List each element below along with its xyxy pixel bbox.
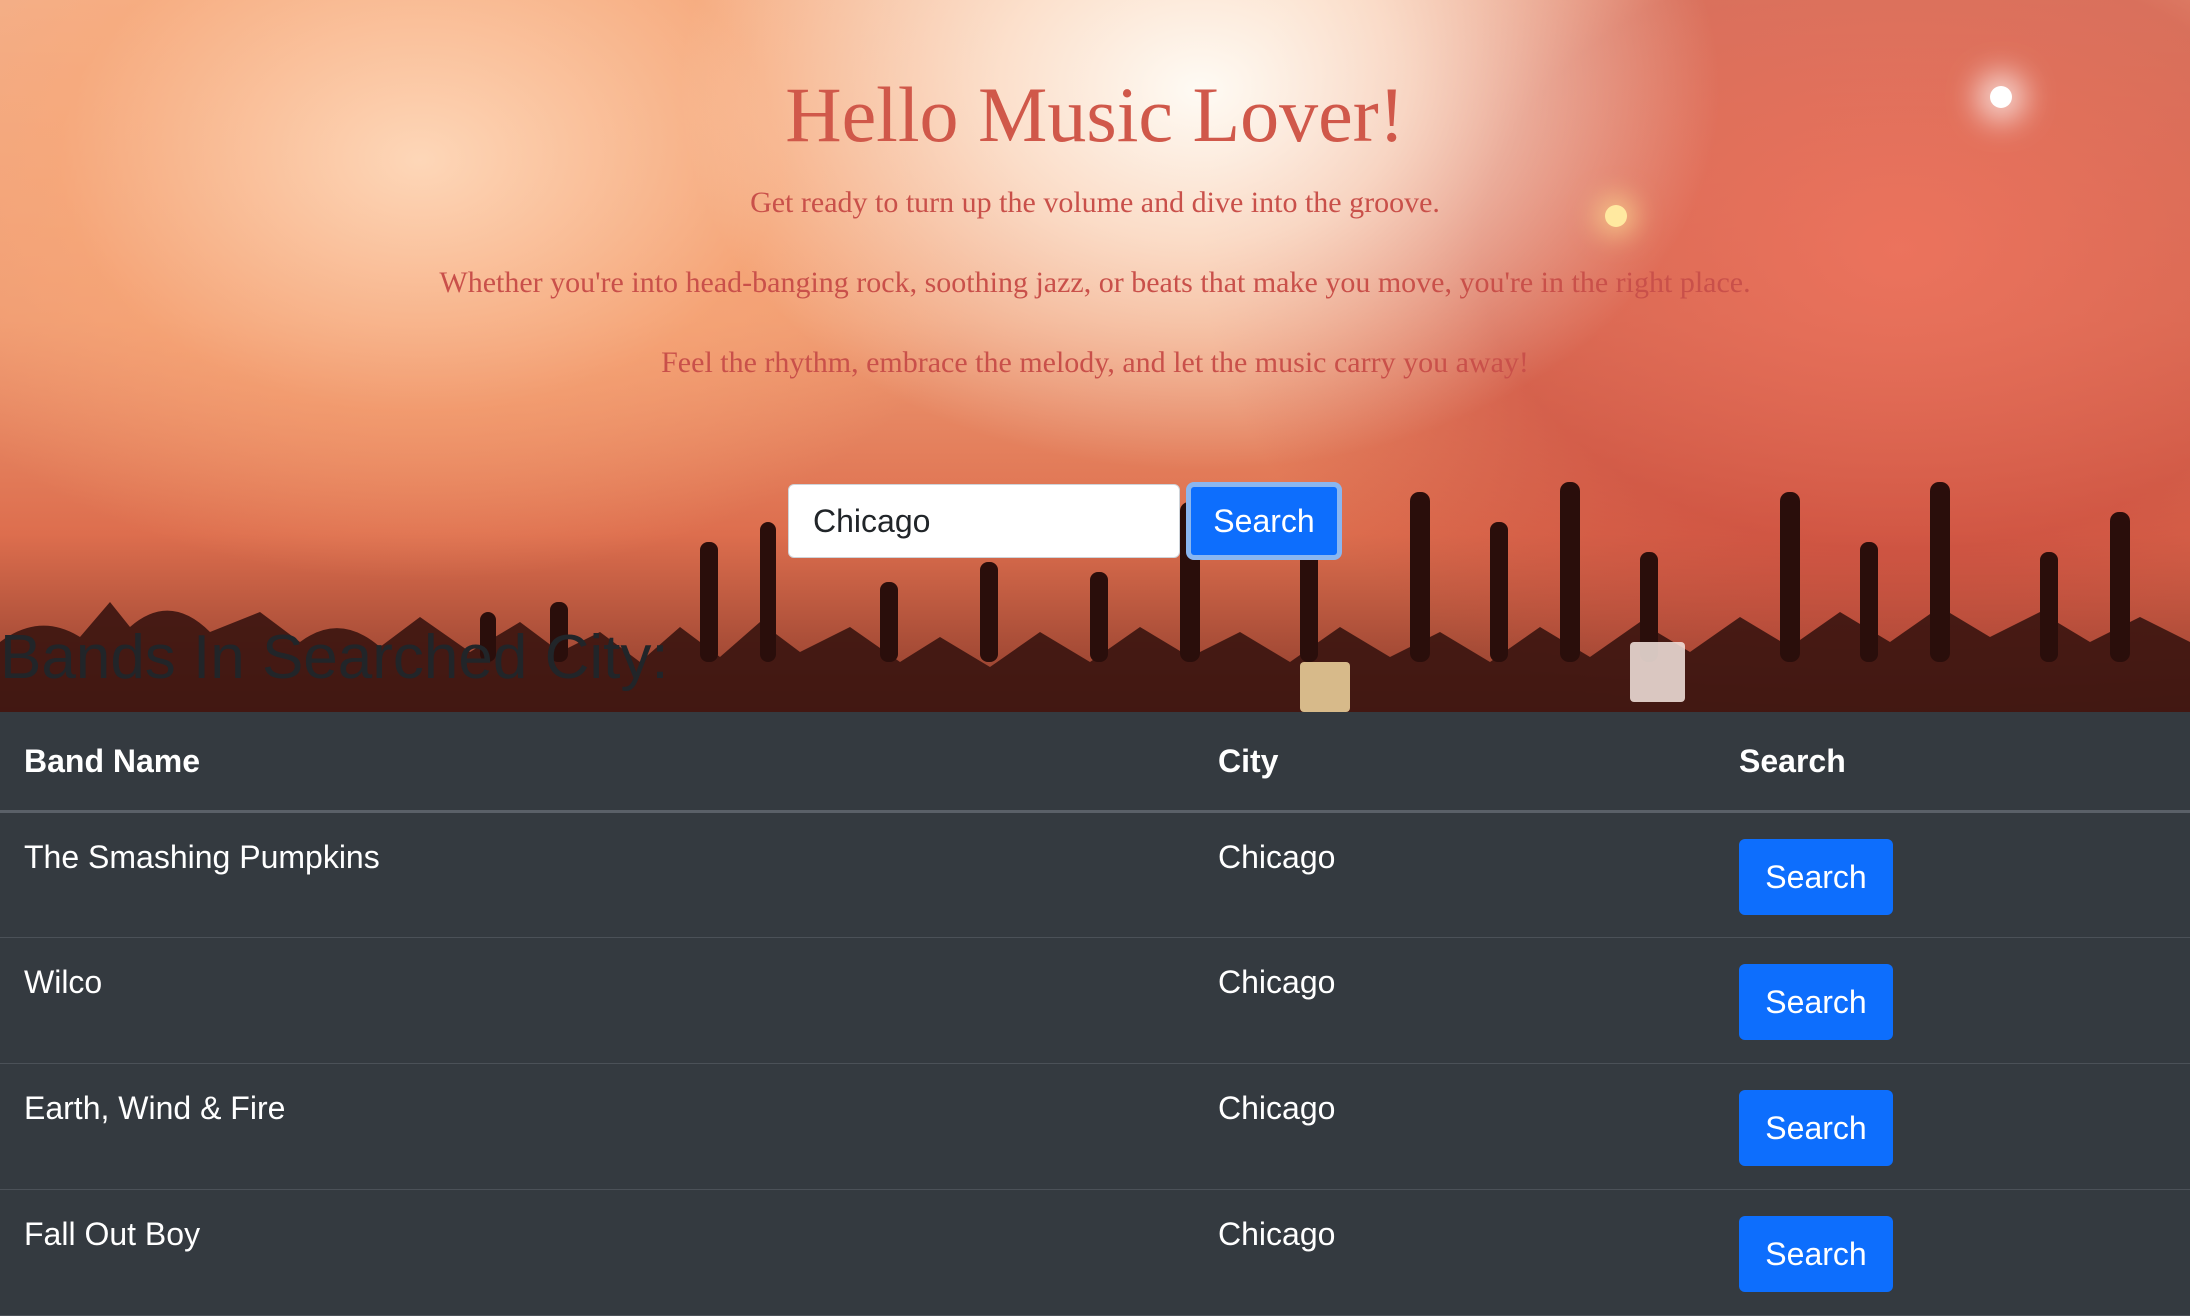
hero-line: Get ready to turn up the volume and dive… [750,186,1440,219]
band-city: Chicago [1218,964,1336,1000]
band-name: Wilco [24,964,103,1000]
city-search-input[interactable] [788,484,1180,558]
hero-line: Whether you're into head-banging rock, s… [439,266,1751,299]
band-search-button[interactable]: Search [1739,1216,1893,1292]
table-header-row: Band Name City Search [0,712,2190,813]
table-row: The Smashing Pumpkins Chicago Search [0,811,2190,938]
band-name: The Smashing Pumpkins [24,839,380,875]
bands-table: Band Name City Search The Smashing Pumpk… [0,712,2190,1316]
band-name-cell: Earth, Wind & Fire [0,1063,1194,1190]
band-name-cell: The Smashing Pumpkins [0,811,1194,938]
table-row: Fall Out Boy Chicago Search [0,1189,2190,1316]
table-row: Earth, Wind & Fire Chicago Search [0,1063,2190,1190]
city-cell: Chicago [1194,811,1715,938]
band-city: Chicago [1218,1090,1336,1126]
band-search-button[interactable]: Search [1739,964,1893,1040]
city-cell: Chicago [1194,1189,1715,1316]
action-cell: Search [1715,1063,2190,1190]
band-name: Fall Out Boy [24,1216,201,1252]
hero-title: Hello Music Lover! [785,71,1405,158]
table-row: Wilco Chicago Search [0,937,2190,1064]
city-cell: Chicago [1194,937,1715,1064]
band-search-button[interactable]: Search [1739,839,1893,915]
column-header-band-name: Band Name [0,712,1194,813]
results-heading: Bands In Searched City: [0,623,669,692]
action-cell: Search [1715,811,2190,938]
hero-line: Feel the rhythm, embrace the melody, and… [661,346,1529,379]
search-button[interactable]: Search [1186,482,1342,560]
column-header-city: City [1194,712,1715,813]
action-cell: Search [1715,1189,2190,1316]
band-search-button[interactable]: Search [1739,1090,1893,1166]
column-header-search: Search [1715,712,2190,813]
band-name-cell: Wilco [0,937,1194,1064]
band-name-cell: Fall Out Boy [0,1189,1194,1316]
band-name: Earth, Wind & Fire [24,1090,286,1126]
band-city: Chicago [1218,839,1336,875]
action-cell: Search [1715,937,2190,1064]
band-city: Chicago [1218,1216,1336,1252]
city-cell: Chicago [1194,1063,1715,1190]
hero-banner: Hello Music Lover! Get ready to turn up … [0,0,2190,712]
